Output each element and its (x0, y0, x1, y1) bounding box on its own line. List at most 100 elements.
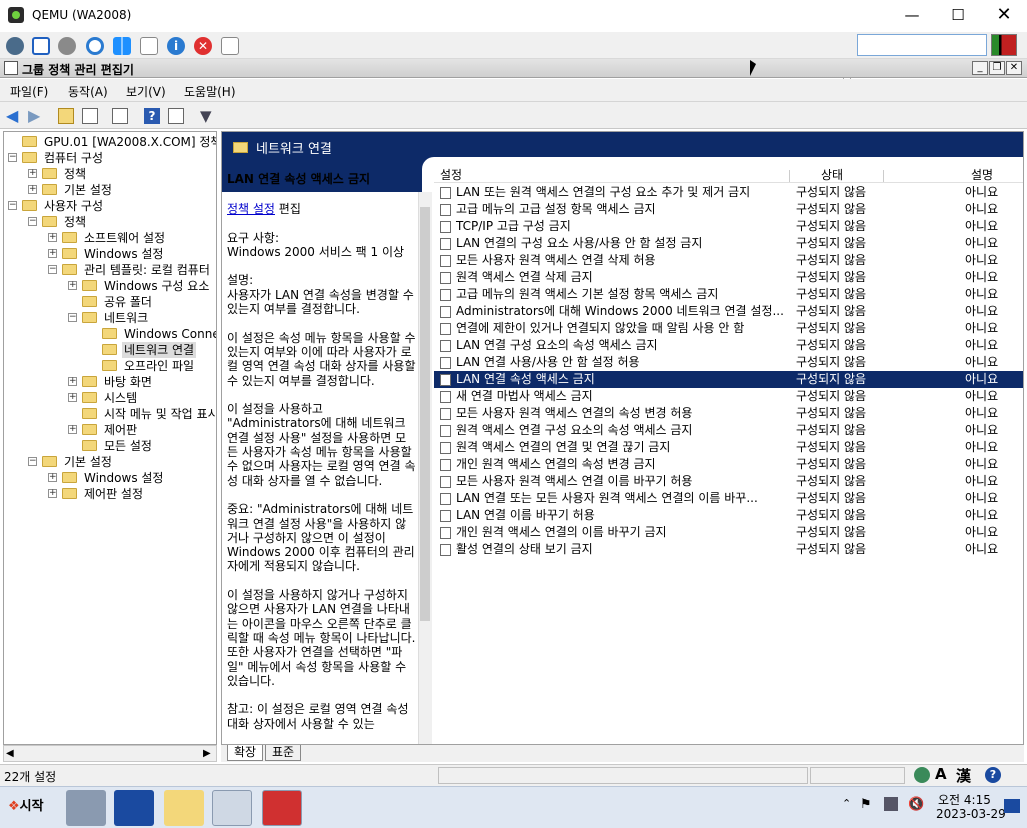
expand-toggle-icon[interactable]: − (68, 313, 77, 322)
hanja-icon[interactable]: 漢 (956, 765, 971, 786)
desktop-icon[interactable] (1004, 799, 1020, 813)
minimize-button[interactable]: — (889, 0, 935, 32)
fullscreen-icon[interactable] (32, 37, 50, 55)
explorer-icon[interactable] (164, 790, 204, 826)
powershell-icon[interactable] (114, 790, 154, 826)
input-mode-icon[interactable]: A (935, 765, 947, 783)
ime-help-icon[interactable]: ? (985, 767, 1001, 783)
menu-view[interactable]: 보기(V) (126, 83, 166, 100)
table-row[interactable]: 모든 사용자 원격 액세스 연결 삭제 허용 구성되지 않음 아니요 (434, 252, 1023, 269)
table-row[interactable]: LAN 연결 또는 모든 사용자 원격 액세스 연결의 이름 바꾸... 구성되지… (434, 490, 1023, 507)
volume-icon[interactable]: 🔇 (908, 797, 924, 812)
inner-minimize-button[interactable]: _ (972, 61, 988, 75)
table-row[interactable]: 원격 액세스 연결 삭제 금지 구성되지 않음 아니요 (434, 269, 1023, 286)
table-row[interactable]: 새 연결 마법사 액세스 금지 구성되지 않음 아니요 (434, 388, 1023, 405)
gear-icon[interactable] (58, 37, 76, 55)
table-row[interactable]: 고급 메뉴의 고급 설정 항목 액세스 금지 구성되지 않음 아니요 (434, 201, 1023, 218)
tree-horizontal-scrollbar[interactable]: ◀ ▶ (3, 745, 217, 762)
properties-icon[interactable] (168, 108, 184, 124)
table-row[interactable]: 고급 메뉴의 원격 액세스 기본 설정 항목 액세스 금지 구성되지 않음 아니요 (434, 286, 1023, 303)
table-row[interactable]: LAN 연결 구성 요소의 속성 액세스 금지 구성되지 않음 아니요 (434, 337, 1023, 354)
table-row[interactable]: 원격 액세스 연결의 연결 및 연결 끊기 금지 구성되지 않음 아니요 (434, 439, 1023, 456)
inner-restore-button[interactable]: ❐ (989, 61, 1005, 75)
stop-icon[interactable]: ✕ (194, 37, 212, 55)
row-comment: 아니요 (965, 440, 999, 454)
show-hidden-icons[interactable]: ⌃ (842, 797, 851, 810)
col-divider[interactable] (789, 170, 790, 182)
keyboard-icon[interactable] (140, 37, 158, 55)
expand-toggle-icon[interactable]: + (28, 185, 37, 194)
network-tray-icon[interactable] (884, 797, 898, 811)
table-row[interactable]: 활성 연결의 상태 보기 금지 구성되지 않음 아니요 (434, 541, 1023, 558)
export-list-icon[interactable] (112, 108, 128, 124)
table-row[interactable]: LAN 연결 사용/사용 안 함 설정 허용 구성되지 않음 아니요 (434, 354, 1023, 371)
edit-policy-suffix: 편집 (274, 202, 301, 217)
col-state[interactable]: 상태 (821, 168, 843, 183)
inner-close-button[interactable]: ✕ (1006, 61, 1022, 75)
menu-help[interactable]: 도움말(H) (184, 83, 236, 100)
table-row[interactable]: 모든 사용자 원격 액세스 연결 이름 바꾸기 허용 구성되지 않음 아니요 (434, 473, 1023, 490)
usb-icon[interactable] (221, 37, 239, 55)
table-row[interactable]: 원격 액세스 연결 구성 요소의 속성 액세스 금지 구성되지 않음 아니요 (434, 422, 1023, 439)
menu-file[interactable]: 파일(F) (10, 83, 48, 100)
info-icon[interactable]: i (167, 37, 185, 55)
table-row[interactable]: 모든 사용자 원격 액세스 연결의 속성 변경 허용 구성되지 않음 아니요 (434, 405, 1023, 422)
table-row[interactable]: 개인 원격 액세스 연결의 이름 바꾸기 금지 구성되지 않음 아니요 (434, 524, 1023, 541)
expand-toggle-icon[interactable]: + (48, 489, 57, 498)
scroll-left-icon[interactable]: ◀ (6, 748, 14, 759)
tab-extended[interactable]: 확장 (227, 745, 264, 761)
windows-icon[interactable] (113, 37, 131, 55)
scroll-right-icon[interactable]: ▶ (203, 748, 211, 759)
expand-toggle-icon[interactable]: + (68, 281, 77, 290)
gpme-taskbar-icon[interactable] (262, 790, 302, 826)
table-row[interactable]: LAN 연결 이름 바꾸기 허용 구성되지 않음 아니요 (434, 507, 1023, 524)
description-scroll-thumb[interactable] (420, 207, 430, 621)
expand-toggle-icon[interactable]: − (8, 153, 17, 162)
maximize-button[interactable]: ☐ (935, 0, 981, 32)
menu-action[interactable]: 동작(A) (68, 83, 108, 100)
table-row[interactable]: LAN 연결 속성 액세스 금지 구성되지 않음 아니요 (434, 371, 1023, 388)
expand-toggle-icon[interactable]: − (48, 265, 57, 274)
show-hide-tree-icon[interactable] (82, 108, 98, 124)
flag-icon[interactable]: ⚑ (860, 797, 872, 812)
table-row[interactable]: 연결에 제한이 있거나 연결되지 않았을 때 알림 사용 안 함 구성되지 않음 아… (434, 320, 1023, 337)
edit-policy-link[interactable]: 정책 설정 (227, 202, 275, 216)
expand-toggle-icon[interactable]: + (48, 249, 57, 258)
row-comment: 아니요 (965, 389, 999, 403)
table-row[interactable]: 개인 원격 액세스 연결의 속성 변경 금지 구성되지 않음 아니요 (434, 456, 1023, 473)
clock-time[interactable]: 오전 4:15 (938, 791, 991, 808)
notepad-taskbar-icon[interactable] (212, 790, 252, 826)
row-setting-name: LAN 또는 원격 액세스 연결의 구성 요소 추가 및 제거 금지 (456, 185, 751, 199)
qemu-search-input[interactable] (857, 34, 987, 56)
expand-toggle-icon[interactable]: − (8, 201, 17, 210)
up-folder-icon[interactable] (58, 108, 74, 124)
table-row[interactable]: LAN 연결의 구성 요소 사용/사용 안 함 설정 금지 구성되지 않음 아니요 (434, 235, 1023, 252)
forward-arrow-icon[interactable]: ▶ (28, 108, 44, 124)
help-icon[interactable]: ? (144, 108, 160, 124)
col-comment[interactable]: 설명 (971, 168, 993, 183)
expand-toggle-icon[interactable]: + (68, 377, 77, 386)
back-arrow-icon[interactable]: ◀ (6, 108, 22, 124)
server-manager-icon[interactable] (66, 790, 106, 826)
table-row[interactable]: LAN 또는 원격 액세스 연결의 구성 요소 추가 및 제거 금지 구성되지 않… (434, 184, 1023, 201)
start-button[interactable]: ❖시작 (2, 795, 50, 819)
table-row[interactable]: Administrators에 대해 Windows 2000 네트워크 연결 … (434, 303, 1023, 320)
language-bar-icon[interactable] (914, 767, 930, 783)
tab-standard[interactable]: 표준 (265, 745, 302, 761)
col-divider[interactable] (883, 170, 884, 182)
refresh-icon[interactable] (86, 37, 104, 55)
expand-toggle-icon[interactable]: + (28, 169, 37, 178)
expand-toggle-icon[interactable]: + (48, 473, 57, 482)
expand-toggle-icon[interactable]: − (28, 217, 37, 226)
network-icon[interactable] (6, 37, 24, 55)
close-button[interactable]: ✕ (981, 0, 1027, 32)
filter-icon[interactable]: ▼ (200, 108, 216, 124)
color-picker-button[interactable] (991, 34, 1017, 56)
col-setting[interactable]: 설정 (440, 168, 462, 183)
expand-toggle-icon[interactable]: + (68, 425, 77, 434)
expand-toggle-icon[interactable]: − (28, 457, 37, 466)
expand-toggle-icon[interactable]: + (48, 233, 57, 242)
table-row[interactable]: TCP/IP 고급 구성 금지 구성되지 않음 아니요 (434, 218, 1023, 235)
clock-date[interactable]: 2023-03-29 (936, 807, 1006, 821)
expand-toggle-icon[interactable]: + (68, 393, 77, 402)
